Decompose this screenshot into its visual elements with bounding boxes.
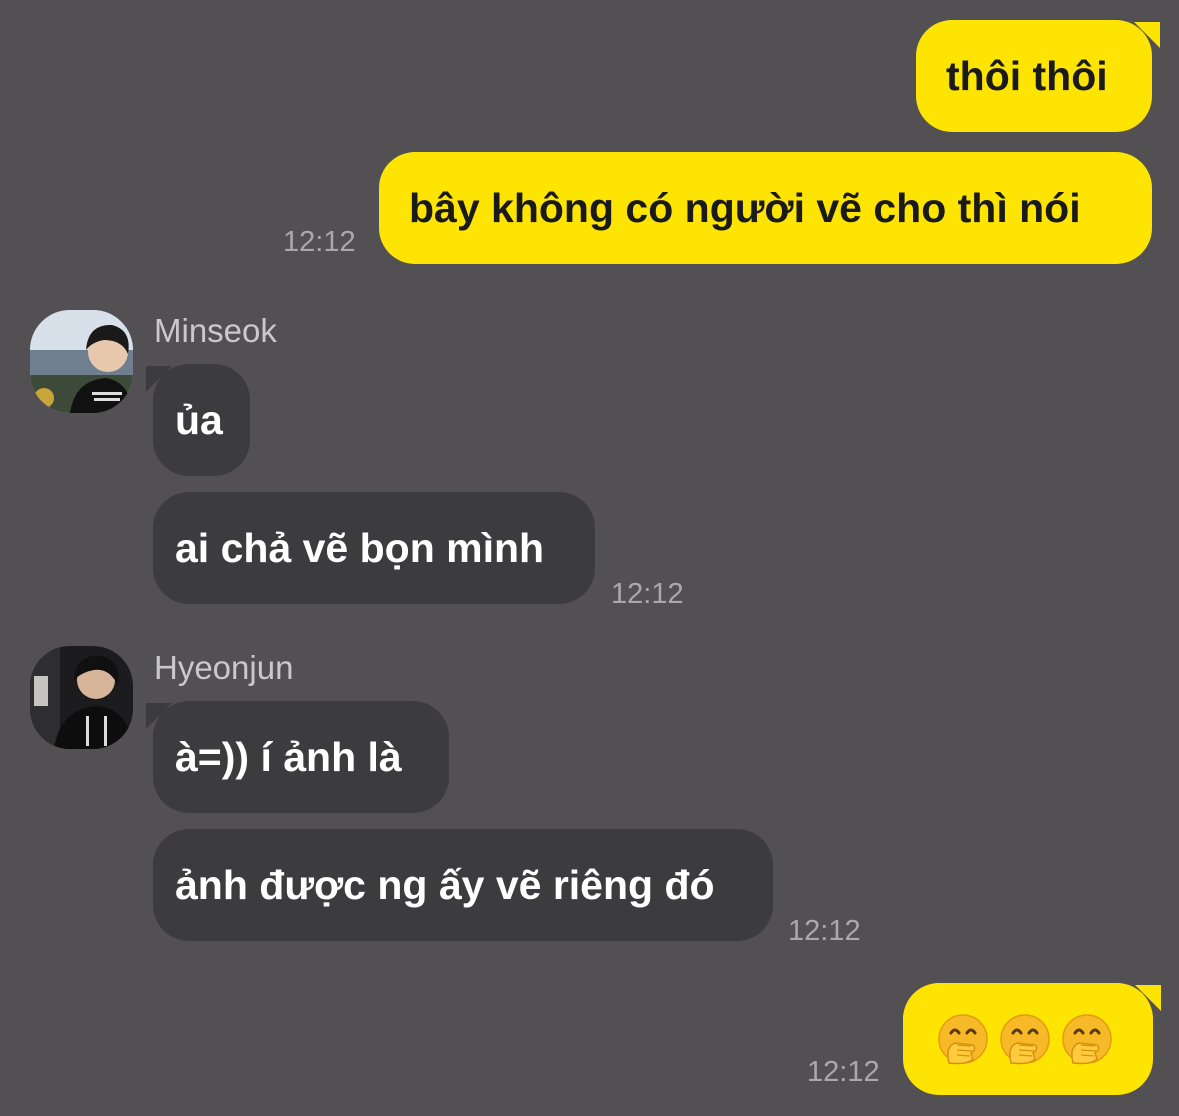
incoming-message-bubble[interactable]: ảnh được ng ấy vẽ riêng đó bbox=[153, 829, 773, 941]
message-text: thôi thôi bbox=[946, 52, 1108, 99]
incoming-message-bubble[interactable]: à=)) í ảnh là bbox=[153, 701, 449, 813]
message-timestamp: 12:12 bbox=[283, 226, 356, 258]
message-timestamp: 12:12 bbox=[807, 1056, 880, 1088]
outgoing-message-bubble[interactable]: thôi thôi bbox=[916, 20, 1152, 132]
message-text: à=)) í ảnh là bbox=[175, 733, 402, 780]
avatar-hyeonjun[interactable] bbox=[30, 646, 133, 749]
sender-name: Hyeonjun bbox=[154, 649, 294, 686]
message-timestamp: 12:12 bbox=[788, 915, 861, 947]
incoming-message-bubble[interactable]: ủa bbox=[153, 364, 250, 476]
message-timestamp: 12:12 bbox=[611, 578, 684, 610]
message-text: ủa bbox=[175, 396, 223, 443]
hand-over-mouth-emoji bbox=[937, 1013, 989, 1065]
avatar-photo bbox=[30, 646, 133, 749]
avatar-minseok[interactable] bbox=[30, 310, 133, 413]
bubble-tail bbox=[1135, 985, 1161, 1011]
hand-over-mouth-emoji bbox=[999, 1013, 1051, 1065]
message-text: ai chả vẽ bọn mình bbox=[175, 524, 545, 571]
hand-over-mouth-emoji bbox=[1061, 1013, 1113, 1065]
message-text: bây không có người vẽ cho thì nói bbox=[409, 184, 1081, 231]
sender-name: Minseok bbox=[154, 312, 277, 349]
message-text: ảnh được ng ấy vẽ riêng đó bbox=[175, 861, 715, 908]
chat-screen: { "messages": { "m1": {"text": "thôi thô… bbox=[0, 0, 1179, 1116]
avatar-photo bbox=[30, 310, 133, 413]
outgoing-message-bubble[interactable]: bây không có người vẽ cho thì nói bbox=[379, 152, 1152, 264]
bubble-tail bbox=[1134, 22, 1160, 48]
outgoing-emoji-bubble[interactable] bbox=[903, 983, 1153, 1095]
incoming-message-bubble[interactable]: ai chả vẽ bọn mình bbox=[153, 492, 595, 604]
